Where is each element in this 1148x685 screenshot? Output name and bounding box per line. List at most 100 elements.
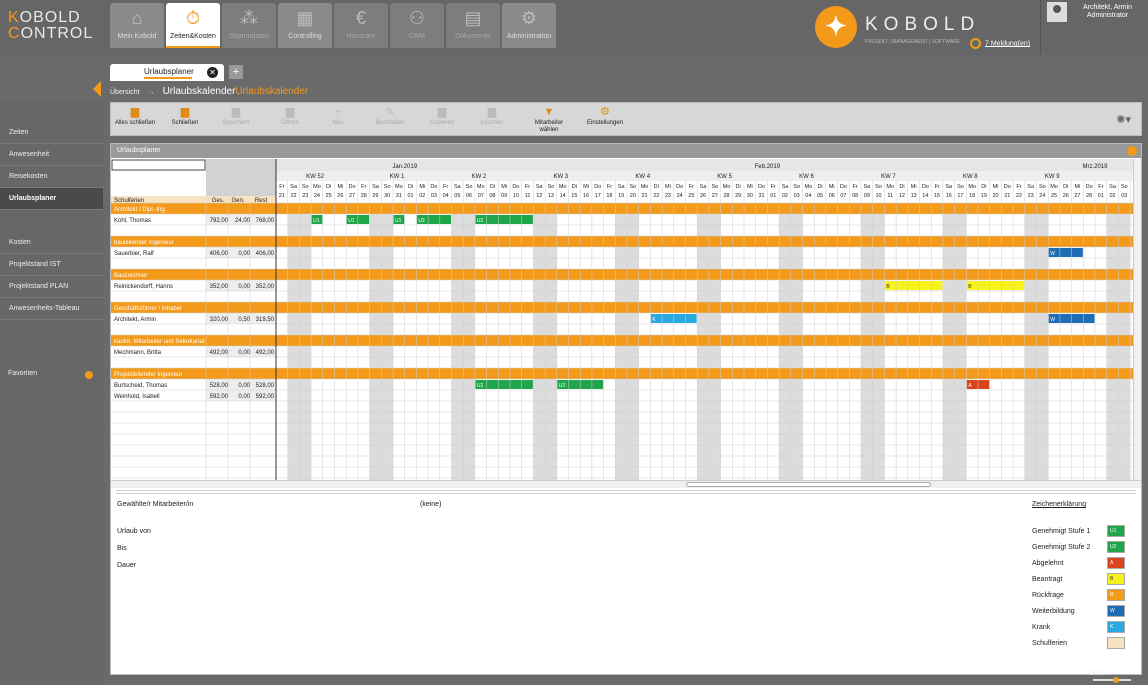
group-label: kaufm. Mitarbeiter und Sekretariat [114,339,205,345]
group-label: Geschäftsführer / Inhaber [114,306,182,312]
zoom-slider[interactable] [1092,678,1131,681]
day-label: 08 [852,193,858,199]
day-label: 29 [372,193,378,199]
öffnen-button[interactable]: ▆ Öffnen [268,105,312,135]
kobold-control-logo[interactable]: KOBOLD CONTROL [8,10,93,42]
employee-name: Reinickendorff, Hanns [114,284,173,290]
tab-mein-kobold[interactable]: ⌂ Mein Kobold [110,3,164,48]
tab-crm[interactable]: ⚇ CRM [390,3,444,48]
app-header: KOBOLD CONTROL ⌂ Mein Kobold ⏱ Zeiten&Koste… [0,0,1148,55]
tab-honorare[interactable]: € Honorare [334,3,388,48]
day-label: 13 [911,193,917,199]
employee-name: Kohl, Thomas [114,218,151,224]
zoom-control[interactable]: 130,00 % [1089,671,1140,683]
total-ges: 406,00 [210,251,229,257]
weekday-label: Fr [361,184,366,190]
breadcrumb-root[interactable]: Übersicht [110,89,140,96]
total-ges: 792,00 [210,218,229,224]
neu-button[interactable]: + Neu [316,105,360,135]
legend-swatch: A [1107,557,1125,569]
group-label: Projektleitender Ingenieur [114,372,182,378]
day-label: 10 [875,193,881,199]
horizontal-scrollbar[interactable] [111,480,1141,488]
day-label: 24 [314,193,320,199]
total-ges: 592,00 [210,394,229,400]
day-label: 29 [735,193,741,199]
name-filter-input [111,159,206,171]
day-label: 28 [1086,193,1092,199]
bearbeiten-button[interactable]: ✎ Bearbeiten [368,105,412,135]
weekday-label: Fr [853,184,858,190]
weekday-label: Mo [559,184,567,190]
vertical-scrollbar[interactable] [1133,159,1141,484]
day-label: 28 [361,193,367,199]
weekday-label: Mo [395,184,403,190]
day-label: 16 [946,193,952,199]
sidebar-item-anwesenheit[interactable]: Anwesenheit [0,144,103,166]
favorites-gear-icon[interactable] [85,371,93,379]
sidebar-item-zeiten[interactable]: Zeiten [0,122,103,144]
calculator-icon: ▦ [296,8,314,28]
messages-link[interactable]: 7 Meldung(en) [970,38,1030,49]
view-settings-icon[interactable]: ✺▾ [1116,113,1131,126]
tab-dokumente[interactable]: ▤ Dokumente [446,3,500,48]
sidebar-item-anwesenheits-tableau[interactable]: Anwesenheits-Tableau [0,298,103,320]
sidebar-item-projektstand-ist[interactable]: Projektstand IST [0,254,103,276]
user-menu[interactable]: Architekt, Armin Administrator [1040,0,1148,55]
weekday-label: So [957,184,964,190]
back-arrow-icon[interactable] [93,81,101,97]
tab-urlaubsplaner[interactable]: Urlaubsplaner ✕ [110,64,224,81]
user-name: Architekt, Armin [1083,4,1133,11]
vacation-calendar-grid[interactable]: Jan.2019 Feb.2019 Mrz.2019 KW 52 KW 1 KW 2 KW … [111,159,1133,484]
tab-zeiten-kosten[interactable]: ⏱ Zeiten&Kosten [166,3,220,48]
kopieren-button[interactable]: ▆ Kopieren [420,105,464,135]
alles-schließen-button[interactable]: ▆ Alles schließen [113,105,157,135]
mitarbeiter-wählen-button[interactable]: ▼ Mitarbeiter wählen [527,105,571,135]
day-label: 26 [700,193,706,199]
vacation-bar [475,380,533,389]
sidebar-item-kosten[interactable]: Kosten [0,232,103,254]
zoom-knob[interactable] [1112,676,1119,683]
day-label: 15 [934,193,940,199]
weekday-label: Di [817,184,822,190]
weekday-label: Sa [536,184,544,190]
week-label: KW 52 [306,174,325,180]
detail-area: Gewählte/r Mitarbeiter/in (keine) Urlaub… [111,496,1141,674]
löschen-button[interactable]: ▆ Löschen [470,105,514,135]
pencil-icon: ✎ [385,106,395,118]
day-label: 10 [513,193,519,199]
scrollbar-thumb[interactable] [686,482,931,487]
day-label: 19 [618,193,624,199]
collapse-panel-icon[interactable] [1127,146,1137,156]
day-label: 25 [1051,193,1057,199]
einstellungen-button[interactable]: ⚙ Einstellungen [573,105,637,135]
vacation-code: U2 [559,383,566,389]
weekday-label: Di [1063,184,1068,190]
total-ges: 320,00 [210,317,229,323]
week-label: KW 2 [472,174,487,180]
close-tab-icon[interactable]: ✕ [207,67,218,78]
new-tab-button[interactable]: + [229,65,243,79]
duration-label: Dauer [117,562,137,569]
weekday-label: Sa [700,184,708,190]
day-label: 31 [758,193,764,199]
copy-icon: ▆ [437,106,447,118]
speichern-button[interactable]: ▆ Speichern [214,105,258,135]
folder-close-icon: ▆ [180,106,190,118]
tab-administration[interactable]: ⚙ Administration [502,3,556,48]
tab-stammdaten[interactable]: ⁂ Stammdaten [222,3,276,48]
favorites-section[interactable]: Favoriten [0,366,103,384]
weekday-label: Di [572,184,577,190]
splitter-handle[interactable] [116,490,1136,494]
total-gen: 0,00 [238,284,250,290]
sidebar-item-reisekosten[interactable]: Reisekosten [0,166,103,188]
legend-swatch: B [1107,573,1125,585]
schließen-button[interactable]: ▆ Schließen [163,105,207,135]
day-label: 14 [560,193,566,199]
tab-controlling[interactable]: ▦ Controlling [278,3,332,48]
legend-swatch: K [1107,621,1125,633]
weekday-label: Mi [419,184,425,190]
weekday-label: Sa [454,184,462,190]
sidebar-item-urlaubsplaner[interactable]: Urlaubsplaner [0,188,103,210]
sidebar-item-projektstand-plan[interactable]: Projektstand PLAN [0,276,103,298]
